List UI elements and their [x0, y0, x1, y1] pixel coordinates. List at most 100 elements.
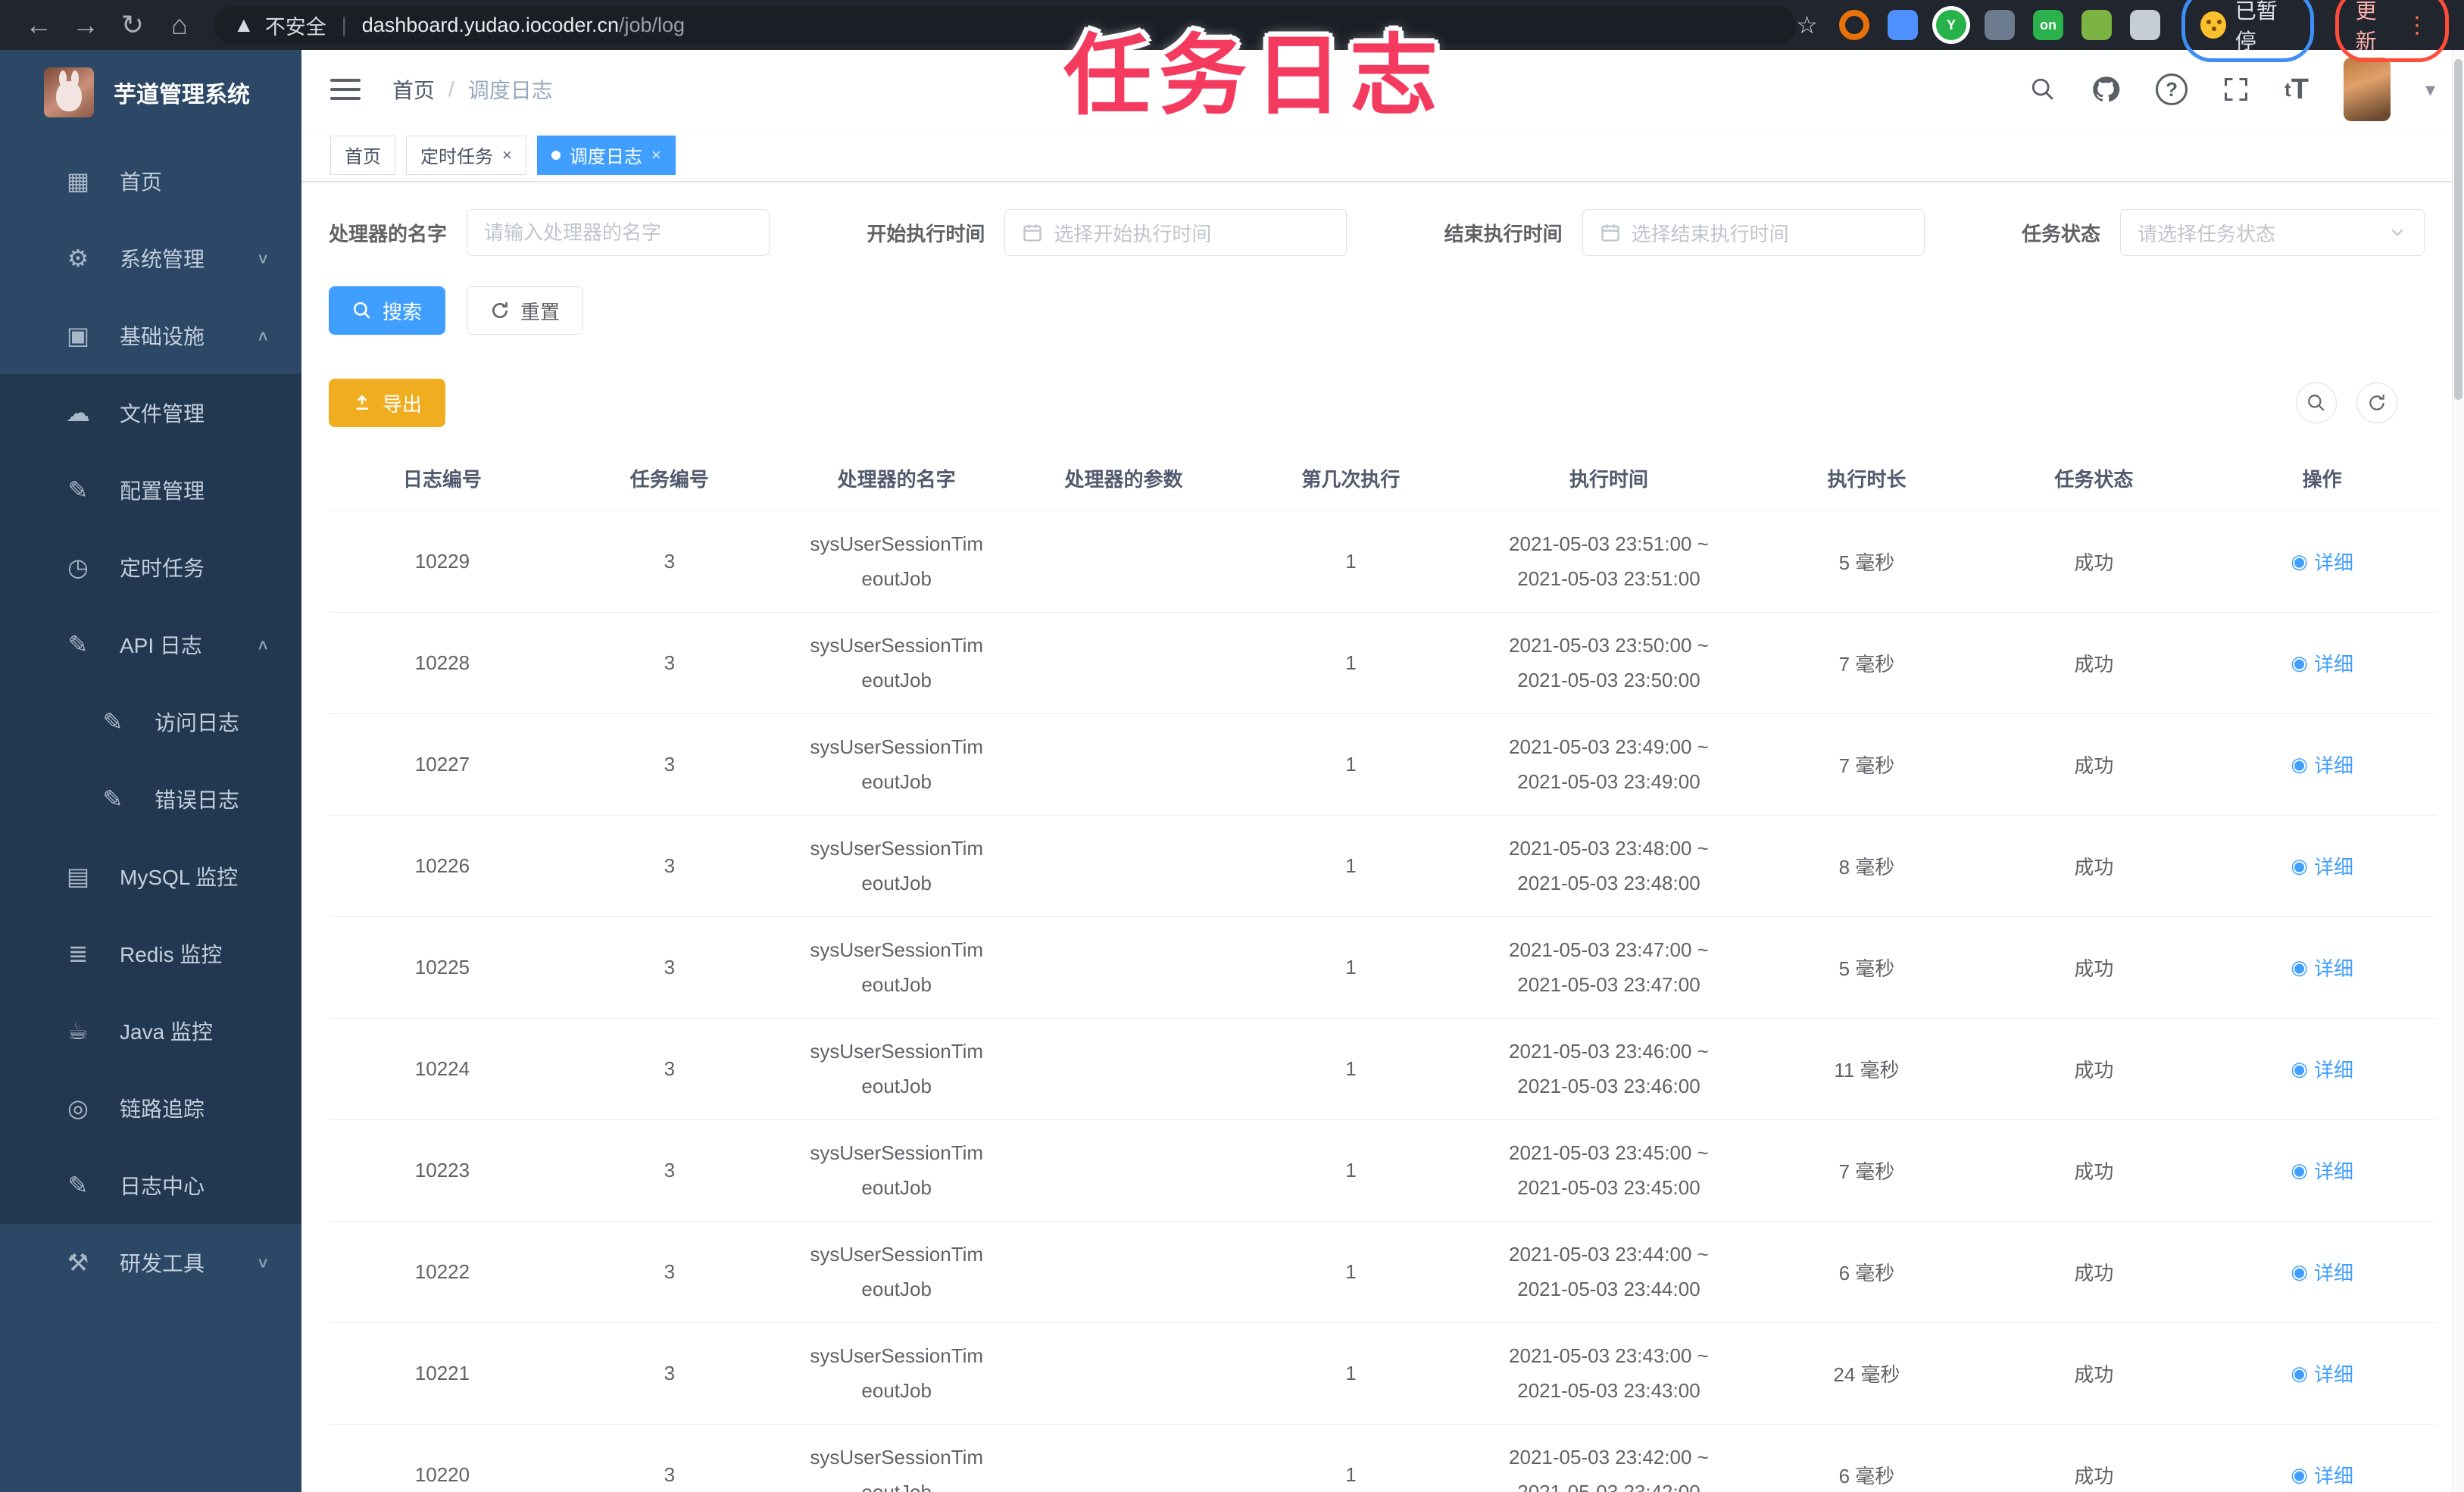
ext-grid-icon[interactable] — [1984, 10, 2015, 40]
sidebar-item-label: API 日志 — [120, 634, 202, 657]
detail-link[interactable]: ◉ 详细 — [2291, 1156, 2353, 1185]
reload-icon[interactable]: ↻ — [109, 9, 156, 41]
eye-icon: ◉ — [2291, 651, 2308, 674]
bookmark-star-icon[interactable]: ☆ — [1796, 11, 1818, 39]
sidebar-item-定时任务[interactable]: ◷ 定时任务 — [0, 529, 301, 606]
end-time-picker[interactable]: 选择结束执行时间 — [1582, 209, 1925, 256]
refresh-icon[interactable] — [2356, 382, 2397, 423]
sidebar-item-研发工具[interactable]: ⚒ 研发工具 ∨ — [0, 1224, 301, 1301]
detail-label: 详细 — [2313, 754, 2353, 777]
sidebar-item-Java-监控[interactable]: ☕ Java 监控 — [0, 992, 301, 1069]
font-size-icon[interactable]: tT — [2284, 73, 2309, 106]
user-avatar[interactable] — [2343, 58, 2391, 121]
filter-form: 处理器的名字 开始执行时间 选择开始执行时间 结束执行时间 — [329, 209, 2437, 256]
attempt-cell: 1 — [1237, 1018, 1465, 1120]
hamburger-icon[interactable] — [330, 73, 361, 106]
task-id-cell: 3 — [555, 916, 783, 1019]
back-icon[interactable]: ← — [15, 9, 62, 41]
chevron-down-icon — [2387, 223, 2407, 242]
forward-icon[interactable]: → — [62, 9, 109, 41]
sidebar-item-基础设施[interactable]: ▣ 基础设施 ∧ — [0, 297, 301, 374]
tab-label: 定时任务 — [420, 147, 493, 167]
log-id-cell: 10220 — [329, 1424, 556, 1492]
time-cell: 2021-05-03 23:51:00 ~2021-05-03 23:51:00 — [1464, 510, 1754, 613]
ext-leaf-icon[interactable] — [2081, 10, 2112, 40]
tab-schedule-log[interactable]: 调度日志 × — [536, 135, 676, 175]
detail-label: 详细 — [2313, 855, 2353, 879]
tab-timed-task[interactable]: 定时任务 × — [406, 135, 526, 175]
breadcrumb-home[interactable]: 首页 — [392, 74, 435, 105]
sidebar-logo[interactable]: 芋道管理系统 — [0, 50, 301, 135]
handler-name-input[interactable] — [467, 209, 770, 256]
reset-button[interactable]: 重置 — [467, 286, 584, 335]
actions-cell: ◉ 详细 — [2207, 612, 2437, 714]
detail-link[interactable]: ◉ 详细 — [2291, 954, 2353, 982]
sidebar-item-API-日志[interactable]: ✎ API 日志 ∧ — [0, 606, 301, 683]
scrollbar-thumb[interactable] — [2454, 59, 2462, 400]
export-button[interactable]: 导出 — [329, 379, 446, 427]
table-row: 10224 3 sysUserSessionTim eoutJob 1 2021-05-0… — [329, 1018, 2437, 1120]
url-host[interactable]: dashboard.yudao.iocoder.cn — [362, 14, 619, 37]
page-scrollbar[interactable] — [2452, 50, 2464, 1492]
sidebar-item-访问日志[interactable]: ✎ 访问日志 — [0, 683, 301, 760]
close-icon[interactable]: × — [502, 145, 512, 165]
browser-update-button[interactable]: 更新 ⋮ — [2334, 0, 2449, 62]
home-icon[interactable]: ⌂ — [156, 9, 203, 41]
toggle-search-icon[interactable] — [2296, 382, 2337, 423]
time-cell: 2021-05-03 23:50:00 ~2021-05-03 23:50:00 — [1464, 612, 1754, 714]
sidebar-item-错误日志[interactable]: ✎ 错误日志 — [0, 760, 301, 838]
detail-link[interactable]: ◉ 详细 — [2291, 852, 2353, 880]
detail-link[interactable]: ◉ 详细 — [2291, 548, 2353, 576]
detail-label: 详细 — [2313, 1261, 2353, 1284]
task-id-cell: 3 — [555, 510, 783, 613]
chevron-down-icon[interactable]: ▾ — [2425, 78, 2435, 101]
github-icon[interactable] — [2091, 74, 2121, 105]
ext-green-y-icon[interactable]: Y — [1935, 10, 1966, 40]
detail-link[interactable]: ◉ 详细 — [2291, 1359, 2353, 1387]
param-cell — [1010, 815, 1238, 917]
start-time-picker[interactable]: 选择开始执行时间 — [1004, 209, 1348, 256]
sidebar-item-Redis-监控[interactable]: ≣ Redis 监控 — [0, 915, 301, 992]
table-row: 10221 3 sysUserSessionTim eoutJob 1 2021-05-0… — [329, 1322, 2437, 1425]
detail-link[interactable]: ◉ 详细 — [2291, 1461, 2353, 1489]
chevron-up-icon: ∧ — [256, 327, 270, 344]
sidebar-item-MySQL-监控[interactable]: ▤ MySQL 监控 — [0, 838, 301, 915]
sidebar: 芋道管理系统 ▦ 首页 ⚙ 系统管理 ∨ ▣ 基础设施 ∧ ☁ 文件管理 ✎ 配置管理 ◷ 定时任务 ✎ AP… — [0, 50, 301, 1492]
eye-icon: ◉ — [2291, 752, 2308, 776]
tab-home[interactable]: 首页 — [330, 135, 395, 175]
time-cell: 2021-05-03 23:47:00 ~2021-05-03 23:47:00 — [1464, 916, 1754, 1019]
sidebar-item-首页[interactable]: ▦ 首页 — [0, 142, 301, 220]
calendar-icon — [1600, 222, 1621, 243]
duration-cell: 5 毫秒 — [1753, 916, 1981, 1019]
kebab-menu-icon[interactable]: ⋮ — [2406, 12, 2428, 39]
toolbox-icon: ⚒ — [67, 1249, 89, 1276]
ext-orange-icon[interactable] — [1838, 10, 1869, 40]
close-icon[interactable]: × — [651, 145, 661, 165]
sidebar-item-系统管理[interactable]: ⚙ 系统管理 ∨ — [0, 220, 301, 297]
sidebar-item-配置管理[interactable]: ✎ 配置管理 — [0, 451, 301, 529]
detail-link[interactable]: ◉ 详细 — [2291, 1055, 2353, 1083]
status-cell: 成功 — [1980, 1221, 2208, 1323]
eye-icon: ◉ — [2291, 955, 2308, 979]
ext-blue-icon[interactable] — [1887, 10, 1918, 40]
sidebar-item-文件管理[interactable]: ☁ 文件管理 — [0, 374, 301, 451]
sidebar-item-链路追踪[interactable]: ◎ 链路追踪 — [0, 1069, 301, 1147]
address-bar[interactable]: ▲ 不安全 | dashboard.yudao.iocoder.cn /job/… — [214, 6, 1797, 44]
detail-link[interactable]: ◉ 详细 — [2291, 1258, 2353, 1286]
ext-on-icon[interactable]: on — [2032, 10, 2063, 40]
detail-link[interactable]: ◉ 详细 — [2291, 751, 2353, 779]
detail-link[interactable]: ◉ 详细 — [2291, 649, 2353, 677]
paused-extension-badge[interactable]: 已暂停 — [2181, 0, 2314, 62]
security-label[interactable]: 不安全 — [265, 11, 326, 40]
ext-puzzle-icon[interactable] — [2129, 10, 2160, 40]
task-status-select[interactable]: 请选择任务状态 — [2120, 209, 2425, 256]
fullscreen-icon[interactable] — [2222, 76, 2250, 103]
url-divider: | — [341, 13, 347, 36]
search-icon[interactable] — [2030, 76, 2056, 102]
task-id-cell: 3 — [555, 815, 783, 917]
help-icon[interactable]: ? — [2156, 73, 2188, 105]
url-path[interactable]: /job/log — [619, 14, 685, 37]
not-secure-warning-icon: ▲ — [233, 13, 255, 36]
search-button[interactable]: 搜索 — [329, 286, 446, 335]
sidebar-item-日志中心[interactable]: ✎ 日志中心 — [0, 1147, 301, 1224]
